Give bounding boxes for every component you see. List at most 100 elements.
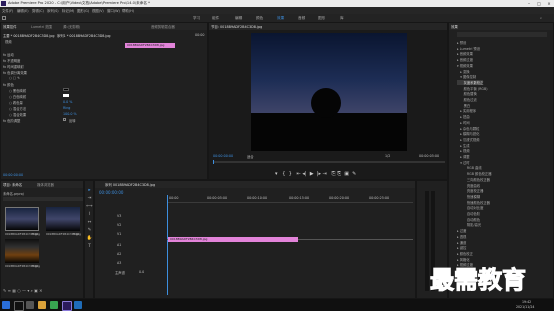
close-icon[interactable]: × xyxy=(544,0,554,7)
search-taskbar-icon[interactable] xyxy=(14,301,24,311)
effects-tree-item[interactable]: 亮度校正器 xyxy=(457,188,484,193)
ec-timecode[interactable]: 00:00:00:00 xyxy=(3,173,23,177)
effects-search-input[interactable] xyxy=(457,32,547,37)
blend-mode-value[interactable]: Ring xyxy=(63,106,70,110)
effects-tree-item[interactable]: RGB 曲线 xyxy=(457,165,482,170)
mask-tools[interactable]: ○ □ ✎ xyxy=(9,76,20,80)
tab-project[interactable]: 项目: 未命名 xyxy=(3,182,22,187)
project-footer-tools[interactable]: ✎ ≡ ▦ ○ — ▾ ⌕ ▣ ✕ xyxy=(3,288,43,293)
effects-tree-item[interactable]: 自动颜色 xyxy=(457,217,480,222)
menu-clip[interactable]: 剪辑(C) xyxy=(32,8,44,13)
track-select-icon[interactable]: ⇥ xyxy=(86,195,93,202)
workspace-edit[interactable]: 编辑 xyxy=(235,16,242,21)
fx-row-opacity[interactable]: fx 不透明度 xyxy=(3,58,20,63)
search-icon[interactable]: ⌕ xyxy=(540,16,542,20)
master-track-value[interactable]: 0.0 xyxy=(139,270,144,274)
selection-tool-icon[interactable]: ▸ xyxy=(86,187,93,194)
master-clip-label[interactable]: 主要 * 0018B9ADF2B4C3D8.jpg xyxy=(3,33,54,38)
tab-effect-controls[interactable]: 效果控件 xyxy=(3,24,17,29)
menu-marker[interactable]: 标记(M) xyxy=(62,8,74,13)
effects-tree-item[interactable]: ▸ 颜色校正 xyxy=(457,251,473,256)
minimize-icon[interactable]: – xyxy=(524,0,534,7)
project-thumb-2[interactable] xyxy=(46,207,80,231)
project-thumb-3[interactable] xyxy=(5,239,39,263)
maximize-icon[interactable]: □ xyxy=(534,0,544,7)
effects-tree-item[interactable]: 颜色平衡 (RGB) xyxy=(457,86,488,91)
home-icon[interactable] xyxy=(2,16,6,20)
effects-tree-item[interactable]: ▸ 杂色与颗粒 xyxy=(457,126,479,131)
pen-icon[interactable]: ✎ xyxy=(86,227,93,234)
effects-tree-item[interactable]: ▸ 音频效果 xyxy=(457,51,473,56)
tab-sequence[interactable]: 序列 0018B9ADF2B4C3D8.jpg xyxy=(105,182,155,187)
workspace-color[interactable]: 颜色 xyxy=(256,16,263,21)
chrome-icon[interactable] xyxy=(50,301,58,309)
menu-edit[interactable]: 编辑(E) xyxy=(17,8,29,13)
effects-tree-item[interactable]: ▸ 通道 xyxy=(457,240,466,245)
transport-controls[interactable]: ▾ { } ⇤ ◂| ▶ |▸ ⇥ ⎘ ⎘ ▣ ✎ xyxy=(275,171,356,177)
menu-graphics[interactable]: 图形(G) xyxy=(77,8,89,13)
effects-tree-item[interactable]: ▸ 变换 xyxy=(457,69,469,74)
effects-tree-item[interactable]: ▾ 图像控制 xyxy=(457,74,476,79)
word-icon[interactable] xyxy=(74,301,82,309)
effects-tree-item[interactable]: 亮度曲线 xyxy=(457,183,480,188)
track-v1[interactable]: V1 xyxy=(117,232,121,236)
workspace-assembly[interactable]: 组件 xyxy=(212,16,219,21)
explorer-icon[interactable] xyxy=(38,301,46,309)
tab-media-browser[interactable]: 媒体浏览器 xyxy=(37,182,54,187)
effects-tree-item[interactable]: ▸ 扭曲 xyxy=(457,114,469,119)
effects-tree-item[interactable]: 黑白 xyxy=(457,103,471,108)
effects-tree-item[interactable]: ▸ 视频 xyxy=(457,148,469,153)
razor-icon[interactable]: ⌇ xyxy=(86,211,93,218)
timeline-timecode[interactable]: 00:00:00:00 xyxy=(99,190,123,195)
white-swatch[interactable] xyxy=(63,94,69,97)
start-icon[interactable] xyxy=(2,301,10,309)
project-search-input[interactable] xyxy=(3,197,83,201)
invert-checkbox[interactable] xyxy=(63,118,66,121)
effects-tree-item[interactable]: ▾ 视频效果 xyxy=(457,63,473,68)
effects-tree-item[interactable]: 灰度系数校正 xyxy=(457,79,484,85)
menu-file[interactable]: 文件(F) xyxy=(2,8,13,13)
sequence-clip-label[interactable]: 序列1 * 0018B9ADF2B4C3D8.jpg xyxy=(57,33,111,38)
fx-row-time-remap[interactable]: fx 时间重映射 xyxy=(3,64,24,69)
tab-lumetri-scopes[interactable]: Lumetri 范围 xyxy=(31,24,52,29)
effects-tree-item[interactable]: 快速模糊 xyxy=(457,194,480,199)
effects-tree-item[interactable]: ▸ 沉浸式视频 xyxy=(457,137,479,142)
timeline-ruler[interactable] xyxy=(167,202,413,203)
effects-tree-item[interactable]: ▸ 模糊与锐化 xyxy=(457,131,479,136)
fx-row-levels[interactable]: fx 色阶调整 xyxy=(3,118,20,123)
taskview-icon[interactable] xyxy=(26,301,34,309)
track-v3[interactable]: V3 xyxy=(117,214,121,218)
effects-tree-item[interactable]: ▸ 实用程序 xyxy=(457,108,476,113)
program-monitor-title[interactable]: 节目: 0018B9ADF2B4C3D8.jpg xyxy=(211,24,262,29)
effects-tree-item[interactable]: 颜色过滤 xyxy=(457,97,477,102)
ripple-edit-icon[interactable]: ⟷ xyxy=(86,203,93,210)
effects-tree-item[interactable]: 自动色阶 xyxy=(457,211,480,216)
timeline-playhead[interactable] xyxy=(167,195,168,295)
program-playhead[interactable] xyxy=(213,160,214,164)
fx-row-motion[interactable]: fx 运动 xyxy=(3,52,14,57)
timeline-clip[interactable]: 0018B9ADF2B4C3D8.jpg xyxy=(168,237,298,242)
menu-view[interactable]: 视图(V) xyxy=(92,8,104,13)
track-v2[interactable]: V2 xyxy=(117,223,121,227)
effects-tree-item[interactable]: ▸ 时间 xyxy=(457,120,469,125)
tab-audio-clip-mixer[interactable]: 音频剪辑混合器 xyxy=(151,24,175,29)
project-thumb-1[interactable] xyxy=(5,207,39,231)
program-scrubber[interactable] xyxy=(213,161,445,163)
black-swatch[interactable] xyxy=(63,88,69,91)
track-a2[interactable]: A2 xyxy=(117,252,121,256)
menu-window[interactable]: 窗口(W) xyxy=(107,8,120,13)
workspace-libraries[interactable]: 库 xyxy=(340,16,344,21)
menu-help[interactable]: 帮助(H) xyxy=(122,8,134,13)
clock-date[interactable]: 2021/11/24 xyxy=(516,305,534,309)
hand-icon[interactable]: ✋ xyxy=(86,235,93,242)
effects-tree-item[interactable]: 快速颜色校正器 xyxy=(457,200,490,205)
effects-tree-item[interactable]: ▸ 预设 xyxy=(457,40,466,45)
effects-tree-item[interactable]: ▸ 生成 xyxy=(457,143,469,148)
effects-tree-item[interactable]: 阴影/高光 xyxy=(457,222,481,227)
effects-tree-item[interactable]: ▸ 透视 xyxy=(457,234,466,239)
track-a3[interactable]: A3 xyxy=(117,261,121,265)
tab-source[interactable]: 源:(无剪辑) xyxy=(63,24,80,29)
program-timecode[interactable]: 00:00:00:00 xyxy=(213,154,233,158)
clock-time[interactable]: 19:42 xyxy=(522,300,531,304)
workspace-effects[interactable]: 效果 xyxy=(277,16,284,21)
